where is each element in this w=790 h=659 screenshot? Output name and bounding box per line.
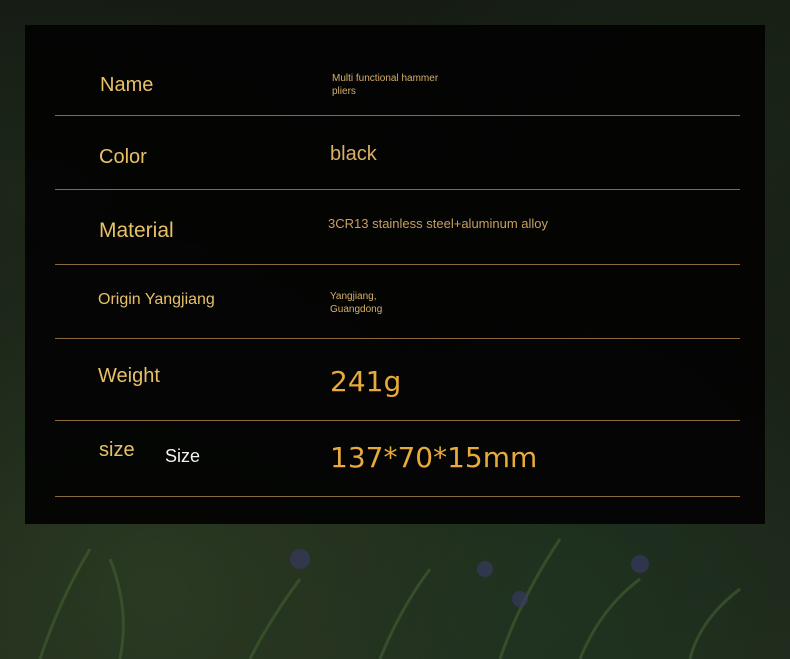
spec-row-color: Color black: [55, 115, 740, 190]
spec-row-origin: Origin Yangjiang Yangjiang, Guangdong: [55, 264, 740, 339]
spec-value-name: Multi functional hammer pliers: [332, 73, 439, 97]
background-grass: [38, 538, 741, 659]
spec-row-size: size Size 137*70*15mm: [55, 420, 740, 497]
spec-value-weight: 241g: [330, 365, 402, 398]
spec-label-size-extra: Size: [165, 446, 201, 466]
spec-value-size: 137*70*15mm: [330, 441, 538, 474]
spec-label-name: Name: [100, 74, 154, 96]
spec-label-origin: Origin Yangjiang: [98, 291, 215, 308]
spec-panel: Name Multi functional hammer pliers Colo…: [25, 25, 765, 524]
spec-row-weight: Weight 241g: [55, 338, 740, 421]
spec-label-material: Material: [99, 219, 174, 242]
spec-value-origin: Yangjiang, Guangdong: [330, 291, 383, 315]
spec-label-size: size: [99, 439, 135, 461]
spec-row-name: Name Multi functional hammer pliers: [55, 25, 740, 116]
spec-row-material: Material 3CR13 stainless steel+aluminum …: [55, 189, 740, 265]
spec-value-color: black: [330, 143, 377, 165]
spec-value-material: 3CR13 stainless steel+aluminum alloy: [328, 216, 549, 231]
spec-label-color: Color: [99, 146, 147, 168]
spec-label-weight: Weight: [98, 365, 160, 387]
